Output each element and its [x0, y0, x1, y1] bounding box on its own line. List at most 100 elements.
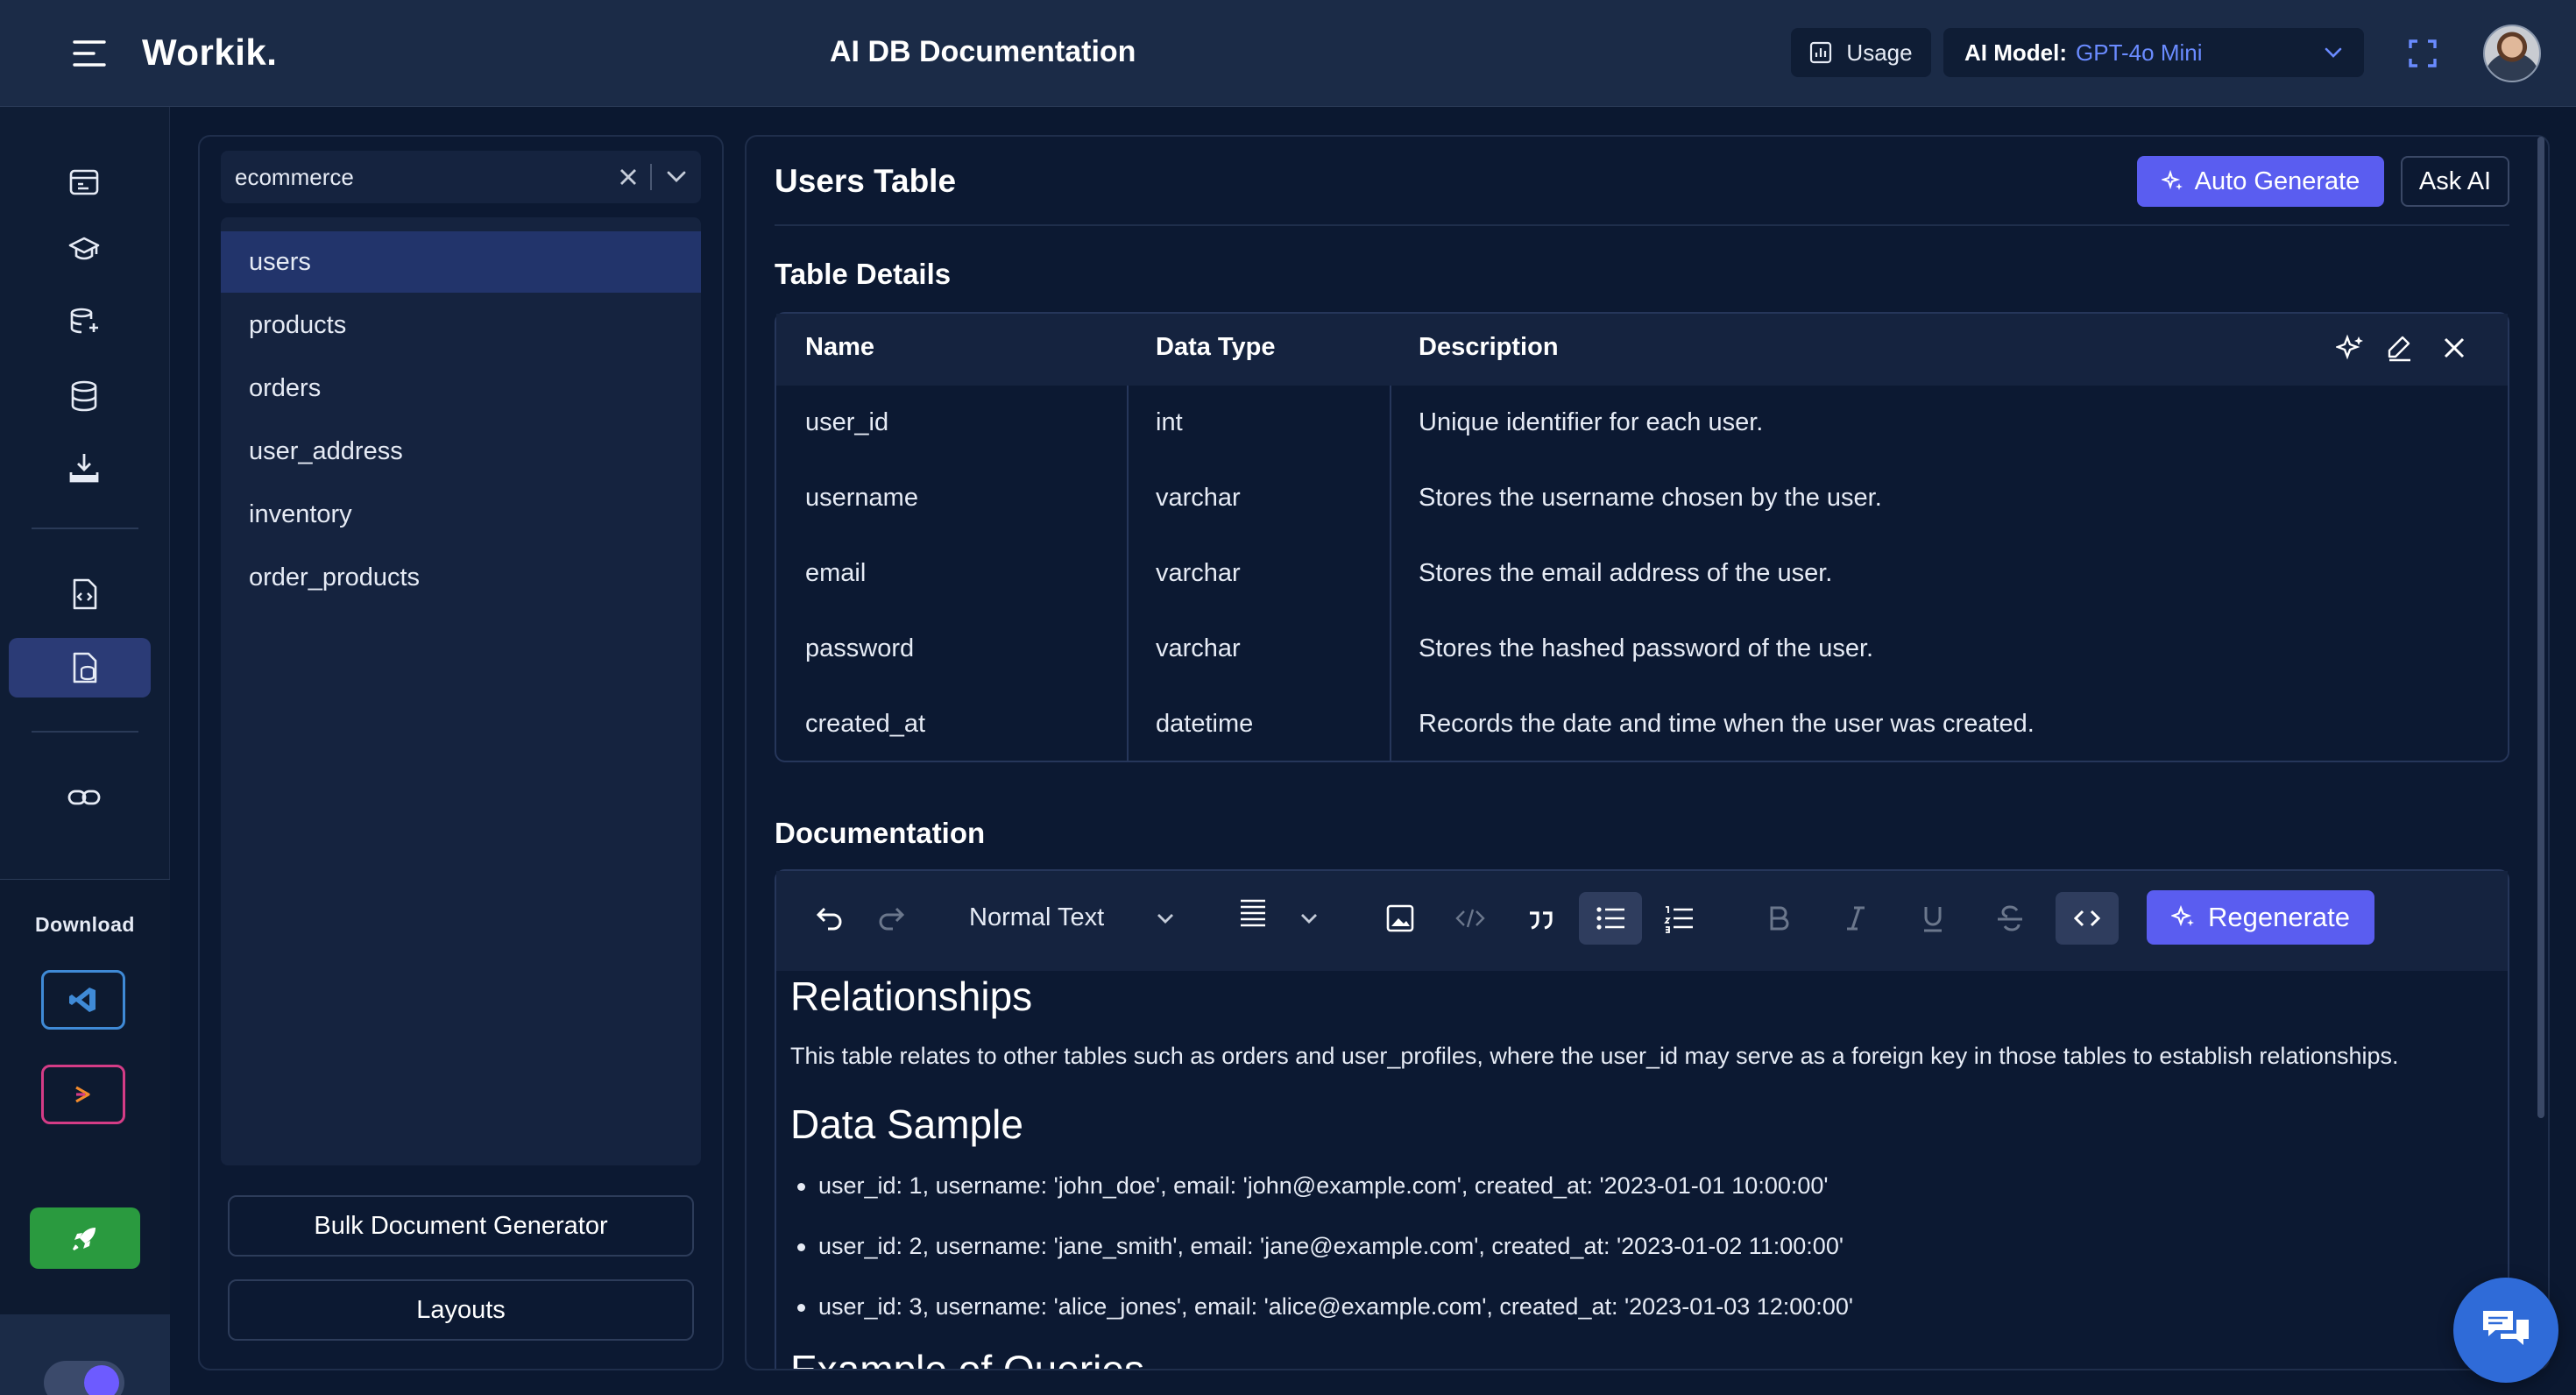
code-doc-icon[interactable]	[67, 577, 102, 612]
regenerate-button[interactable]: Regenerate	[2147, 890, 2374, 945]
usage-button[interactable]: Usage	[1791, 28, 1931, 77]
relationships-text: This table relates to other tables such …	[790, 1043, 2399, 1069]
sparkle-icon	[2170, 905, 2196, 930]
clear-icon[interactable]	[619, 167, 638, 187]
cell-description: Stores the hashed password of the user.	[1419, 634, 1874, 662]
cell-data-type: int	[1156, 408, 1183, 436]
chat-icon	[2478, 1306, 2534, 1355]
chevron-down-icon	[2324, 46, 2343, 59]
rocket-icon	[69, 1222, 101, 1254]
redo-icon[interactable]	[875, 901, 910, 936]
data-sample-heading: Data Sample	[790, 1101, 1023, 1147]
regenerate-label: Regenerate	[2207, 902, 2350, 932]
sparkle-icon[interactable]	[2336, 333, 2366, 363]
layouts-button[interactable]: Layouts	[228, 1279, 694, 1341]
auto-generate-button[interactable]: Auto Generate	[2137, 156, 2384, 207]
title-divider	[775, 224, 2509, 226]
bulk-document-generator-button[interactable]: Bulk Document Generator	[228, 1195, 694, 1257]
cell-name: username	[805, 484, 918, 512]
cell-description: Stores the username chosen by the user.	[1419, 484, 1882, 512]
italic-icon[interactable]	[1838, 901, 1873, 936]
relationships-heading: Relationships	[790, 974, 1033, 1019]
image-icon[interactable]	[1383, 901, 1418, 936]
cell-name: created_at	[805, 710, 926, 738]
link-icon[interactable]	[67, 780, 102, 815]
db-doc-icon[interactable]	[67, 650, 102, 685]
jetbrains-download-button[interactable]	[41, 1065, 125, 1124]
chat-support-button[interactable]	[2453, 1278, 2558, 1383]
table-item-order-products[interactable]: order_products	[221, 547, 701, 608]
list-item: user_id: 2, username: 'jane_smith', emai…	[797, 1233, 1844, 1259]
table-title: Users Table	[775, 163, 957, 199]
table-details-title: Table Details	[775, 258, 952, 290]
cell-name: user_id	[805, 408, 889, 436]
panel-bottom-border	[745, 1356, 2550, 1370]
cell-description: Stores the email address of the user.	[1419, 559, 1833, 587]
launch-button[interactable]	[30, 1207, 140, 1269]
scrollbar[interactable]	[2537, 137, 2544, 1118]
ai-model-select[interactable]: AI Model: GPT-4o Mini	[1943, 28, 2364, 77]
list-item: user_id: 1, username: 'john_doe', email:…	[797, 1172, 1829, 1199]
close-icon[interactable]	[2439, 333, 2469, 363]
moon-icon	[84, 1365, 119, 1395]
table-item-inventory[interactable]: inventory	[221, 484, 701, 545]
hamburger-menu-icon[interactable]	[72, 39, 107, 68]
cell-description: Records the date and time when the user …	[1419, 710, 2035, 738]
ai-model-label: AI Model:	[1964, 39, 2067, 66]
panel-bottom-mask	[747, 1369, 2548, 1395]
table-item-products[interactable]: products	[221, 294, 701, 356]
jetbrains-icon	[69, 1080, 97, 1108]
align-icon[interactable]	[1235, 896, 1270, 931]
fullscreen-icon[interactable]	[2408, 39, 2438, 68]
cell-data-type: varchar	[1156, 634, 1241, 662]
chevron-down-icon[interactable]	[666, 170, 687, 184]
page-title: AI DB Documentation	[830, 35, 1136, 68]
column-divider	[1127, 386, 1129, 761]
auto-generate-label: Auto Generate	[2194, 166, 2360, 195]
bold-icon[interactable]	[1761, 901, 1796, 936]
vscode-icon	[67, 984, 99, 1016]
cell-data-type: varchar	[1156, 484, 1241, 512]
undo-icon[interactable]	[810, 901, 846, 936]
database-icon[interactable]	[67, 379, 102, 414]
vscode-download-button[interactable]	[41, 970, 125, 1030]
table-item-users[interactable]: users	[221, 231, 701, 293]
chevron-down-icon[interactable]	[1148, 901, 1183, 936]
usage-chart-icon	[1809, 41, 1832, 64]
bullet-list-icon[interactable]	[1593, 901, 1628, 936]
strikethrough-icon[interactable]	[1992, 901, 2028, 936]
user-avatar[interactable]	[2483, 25, 2541, 82]
column-header-data-type: Data Type	[1156, 333, 1276, 361]
ask-ai-button[interactable]: Ask AI	[2401, 156, 2509, 207]
cell-name: email	[805, 559, 867, 587]
database-select[interactable]: ecommerce	[221, 151, 701, 203]
table-item-orders[interactable]: orders	[221, 358, 701, 419]
edit-icon[interactable]	[2385, 333, 2415, 363]
rail-divider	[32, 528, 138, 529]
text-style-select[interactable]: Normal Text	[969, 903, 1104, 932]
list-item: user_id: 3, username: 'alice_jones', ema…	[797, 1293, 1853, 1320]
quote-icon[interactable]	[1523, 901, 1558, 936]
inline-code-icon[interactable]	[1453, 901, 1488, 936]
column-header-description: Description	[1419, 333, 1559, 361]
workspace-icon[interactable]	[67, 165, 102, 200]
documentation-title: Documentation	[775, 817, 986, 849]
select-divider	[650, 164, 652, 190]
chevron-down-icon[interactable]	[1292, 901, 1327, 936]
column-header-name: Name	[805, 333, 874, 361]
code-block-icon[interactable]	[2070, 901, 2105, 936]
sparkle-icon	[2161, 170, 2184, 193]
learn-icon[interactable]	[67, 231, 102, 266]
db-user-icon[interactable]	[67, 305, 102, 340]
download-tray-icon[interactable]	[67, 450, 102, 485]
column-divider	[1390, 386, 1391, 761]
underline-icon[interactable]	[1915, 901, 1950, 936]
numbered-list-icon[interactable]	[1661, 901, 1696, 936]
download-label: Download	[35, 913, 135, 936]
cell-data-type: varchar	[1156, 559, 1241, 587]
cell-data-type: datetime	[1156, 710, 1254, 738]
brand-logo[interactable]: Workik.	[142, 32, 277, 74]
cell-name: password	[805, 634, 915, 662]
table-item-user-address[interactable]: user_address	[221, 421, 701, 482]
database-select-value: ecommerce	[235, 163, 354, 190]
